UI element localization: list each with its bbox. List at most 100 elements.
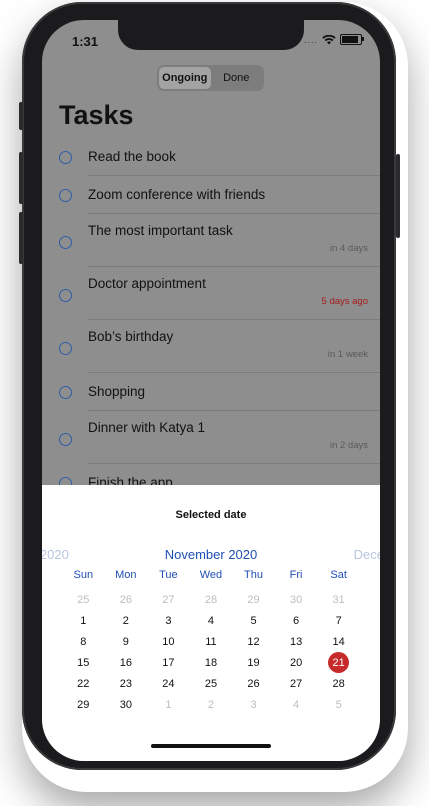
home-indicator: [151, 744, 271, 748]
calendar-day[interactable]: 11: [190, 631, 233, 652]
calendar-day[interactable]: 16: [105, 652, 148, 673]
task-due-date: in 2 days: [329, 440, 368, 451]
calendar-day-number: 9: [122, 635, 129, 648]
status-time: 1:31: [72, 34, 99, 49]
calendar-day[interactable]: 1: [62, 610, 105, 631]
calendar-week-row: 29 30 1 2 3 4 5: [62, 694, 360, 715]
task-checkbox-icon[interactable]: [59, 433, 72, 446]
calendar-day[interactable]: 6: [275, 610, 318, 631]
calendar-day-number: 25: [204, 677, 218, 690]
calendar-day[interactable]: 20: [275, 652, 318, 673]
calendar-day: 5: [317, 694, 360, 715]
calendar-day-number: 10: [162, 635, 175, 648]
calendar-day[interactable]: 13: [275, 631, 318, 652]
notch: [118, 20, 304, 50]
calendar-day[interactable]: 7: [317, 610, 360, 631]
calendar-day-number: 18: [204, 656, 218, 669]
task-checkbox-icon[interactable]: [59, 189, 72, 202]
calendar-day[interactable]: 25: [190, 673, 233, 694]
month-scroller[interactable]: r 2020 November 2020 Decemb: [42, 547, 380, 565]
calendar-day[interactable]: 8: [62, 631, 105, 652]
calendar-day[interactable]: 10: [147, 631, 190, 652]
weekday-label: Fri: [289, 569, 303, 581]
calendar-day-number: 25: [77, 593, 90, 606]
calendar-day[interactable]: 12: [232, 631, 275, 652]
calendar-day[interactable]: 28: [317, 673, 360, 694]
mute-switch: [19, 102, 23, 130]
task-row[interactable]: Bob’s birthday in 1 week: [59, 320, 380, 373]
calendar-day: 25: [62, 589, 105, 610]
calendar-day-number: 27: [289, 677, 303, 690]
calendar-day[interactable]: 19: [232, 652, 275, 673]
calendar-day[interactable]: 14: [317, 631, 360, 652]
calendar-day: 1: [147, 694, 190, 715]
task-title: Doctor appointment: [88, 276, 206, 291]
calendar-day: 31: [317, 589, 360, 610]
task-due-date: in 4 days: [329, 243, 368, 254]
calendar-day[interactable]: 30: [105, 694, 148, 715]
calendar-day-number: 19: [247, 656, 260, 669]
task-title: The most important task: [88, 223, 233, 238]
calendar-day-number: 11: [205, 635, 217, 648]
calendar-day[interactable]: 27: [275, 673, 318, 694]
signal-icon: ....: [303, 34, 318, 45]
calendar-day-number: 3: [250, 698, 257, 711]
calendar-day-number: 12: [247, 635, 260, 648]
weekday-label: Sat: [330, 569, 347, 581]
calendar-day-number: 26: [119, 593, 132, 606]
calendar-day[interactable]: 15: [62, 652, 105, 673]
next-month-label[interactable]: Decemb: [354, 547, 380, 562]
date-picker-sheet: Selected date r 2020 November 2020 Decem…: [42, 485, 380, 761]
calendar-day[interactable]: 9: [105, 631, 148, 652]
segment-done[interactable]: Done: [211, 67, 263, 89]
task-row[interactable]: The most important task in 4 days: [59, 214, 380, 267]
calendar-day-number: 8: [80, 635, 87, 648]
task-title: Shopping: [88, 384, 146, 399]
task-row[interactable]: Doctor appointment 5 days ago: [59, 267, 380, 320]
task-title: Zoom conference with friends: [88, 187, 266, 202]
screen: 1:31 .... Ongoing Done Tasks Read the bo…: [42, 20, 380, 761]
calendar-day-number: 2: [122, 614, 129, 627]
task-row[interactable]: Read the book: [59, 138, 380, 176]
calendar-day-number: 16: [119, 656, 132, 669]
task-checkbox-icon[interactable]: [59, 289, 72, 302]
task-checkbox-icon[interactable]: [59, 342, 72, 355]
battery-icon: [340, 34, 364, 45]
task-title: Dinner with Katya 1: [88, 420, 206, 435]
task-checkbox-icon[interactable]: [59, 151, 72, 164]
calendar-day[interactable]: 5: [232, 610, 275, 631]
calendar-week-row: 1 2 3 4 5 6 7: [62, 610, 360, 631]
volume-down-button: [19, 212, 23, 264]
task-row[interactable]: Zoom conference with friends: [59, 176, 380, 214]
calendar-day: 2: [190, 694, 233, 715]
weekday-header: Sun Mon Tue Wed Thu Fri Sat: [62, 569, 360, 581]
calendar-day-number: 2: [207, 698, 215, 711]
calendar-day[interactable]: 26: [232, 673, 275, 694]
task-row[interactable]: Shopping: [59, 373, 380, 411]
calendar-day[interactable]: 22: [62, 673, 105, 694]
calendar-day-number: 22: [77, 677, 90, 690]
task-title: Bob’s birthday: [88, 329, 174, 344]
task-checkbox-icon[interactable]: [59, 236, 72, 249]
calendar-day[interactable]: 17: [147, 652, 190, 673]
calendar-day: 3: [232, 694, 275, 715]
calendar-day[interactable]: 29: [62, 694, 105, 715]
calendar-day[interactable]: 23: [105, 673, 148, 694]
calendar-day: 27: [147, 589, 190, 610]
calendar-day[interactable]: 2: [105, 610, 148, 631]
calendar-day: 28: [190, 589, 233, 610]
wifi-icon: [322, 34, 336, 44]
calendar-day-selected[interactable]: 21: [317, 652, 360, 673]
calendar-day[interactable]: 18: [190, 652, 233, 673]
segment-ongoing[interactable]: Ongoing: [159, 67, 211, 89]
calendar-day-number: 13: [289, 635, 303, 648]
task-due-date: 5 days ago: [321, 296, 368, 307]
task-checkbox-icon[interactable]: [59, 386, 72, 399]
calendar-day[interactable]: 3: [147, 610, 190, 631]
calendar-day[interactable]: 24: [147, 673, 190, 694]
weekday-label: Sun: [73, 569, 94, 581]
calendar-day[interactable]: 4: [190, 610, 233, 631]
calendar-week-row: 25 26 27 28 29 30 31: [62, 589, 360, 610]
task-row[interactable]: Dinner with Katya 1 in 2 days: [59, 411, 380, 464]
calendar-day-number: 28: [332, 677, 345, 690]
